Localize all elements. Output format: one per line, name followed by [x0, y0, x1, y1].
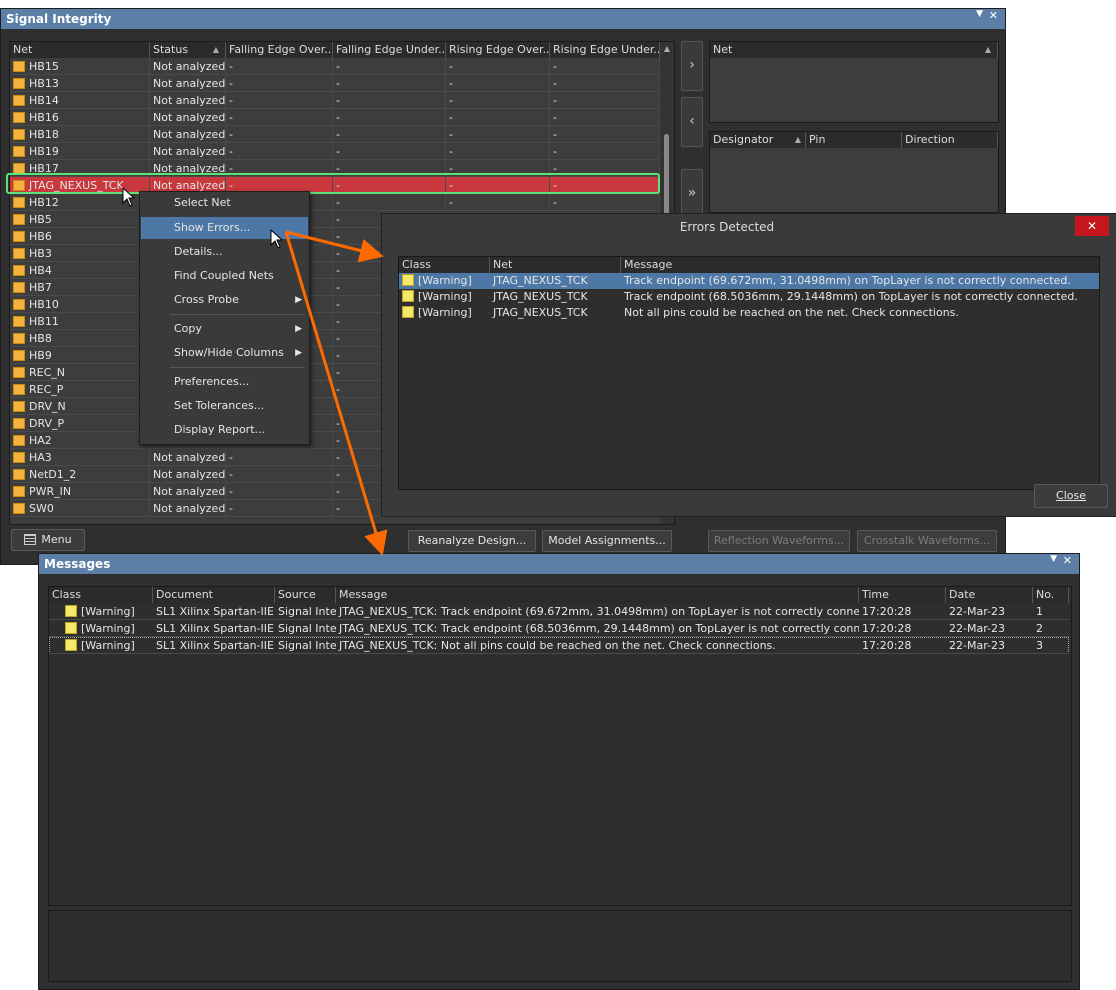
cursor-icon	[122, 186, 136, 207]
arrow-to-messages-panel	[284, 231, 388, 556]
cursor-icon	[270, 228, 284, 249]
annotation-arrows	[122, 186, 388, 556]
arrow-to-errors-dialog	[285, 230, 384, 263]
